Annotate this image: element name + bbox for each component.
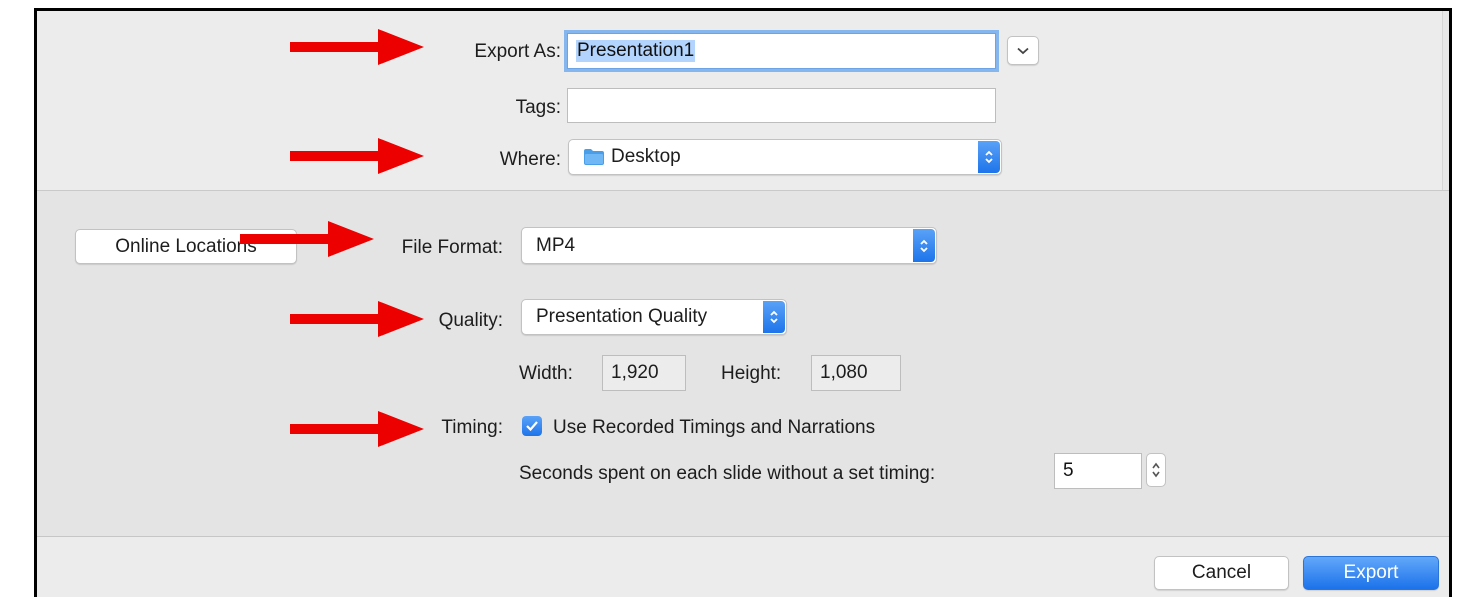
up-down-arrows-icon bbox=[1152, 462, 1160, 478]
width-field: 1,920 bbox=[602, 355, 686, 391]
export-as-value: Presentation1 bbox=[576, 40, 696, 62]
scrollbar-track[interactable] bbox=[1442, 11, 1449, 190]
export-label: Export bbox=[1343, 562, 1399, 583]
use-recorded-timings-checkbox[interactable] bbox=[522, 416, 542, 436]
annotation-arrow-quality bbox=[290, 301, 424, 337]
checkmark-icon bbox=[526, 421, 538, 432]
seconds-per-slide-label: Seconds spent on each slide without a se… bbox=[519, 463, 936, 484]
export-dialog: Export As: Presentation1 Tags: Where: De… bbox=[34, 8, 1452, 597]
cancel-label: Cancel bbox=[1191, 562, 1252, 583]
save-location-section: Export As: Presentation1 Tags: Where: De… bbox=[37, 11, 1449, 191]
where-popup-arrows bbox=[978, 141, 1000, 173]
height-field: 1,080 bbox=[811, 355, 901, 391]
where-label: Where: bbox=[499, 149, 561, 170]
where-popup[interactable]: Desktop bbox=[568, 139, 1002, 175]
quality-popup[interactable]: Presentation Quality bbox=[521, 299, 787, 335]
quality-value: Presentation Quality bbox=[536, 306, 708, 327]
file-format-popup[interactable]: MP4 bbox=[521, 227, 937, 264]
file-format-popup-arrows bbox=[913, 229, 935, 262]
tags-field[interactable] bbox=[567, 88, 996, 123]
width-value: 1,920 bbox=[611, 362, 659, 383]
online-locations-label: Online Locations bbox=[115, 235, 257, 257]
export-as-label: Export As: bbox=[474, 41, 561, 62]
seconds-per-slide-field[interactable]: 5 bbox=[1054, 453, 1142, 489]
height-value: 1,080 bbox=[820, 362, 868, 383]
annotation-arrow-timing bbox=[290, 411, 424, 447]
seconds-per-slide-value: 5 bbox=[1063, 460, 1074, 481]
file-format-value: MP4 bbox=[536, 234, 576, 256]
where-value: Desktop bbox=[611, 146, 681, 167]
up-down-arrows-icon bbox=[920, 239, 928, 252]
quality-popup-arrows bbox=[763, 301, 785, 333]
use-recorded-timings-label[interactable]: Use Recorded Timings and Narrations bbox=[553, 417, 875, 439]
dialog-footer: Cancel Export bbox=[37, 537, 1449, 597]
export-as-field[interactable]: Presentation1 bbox=[567, 33, 996, 69]
up-down-arrows-icon bbox=[770, 310, 778, 324]
width-label: Width: bbox=[519, 363, 573, 384]
up-down-arrows-icon bbox=[985, 150, 993, 164]
export-button[interactable]: Export bbox=[1303, 556, 1439, 590]
annotation-arrow-file-format bbox=[240, 221, 374, 257]
file-format-label: File Format: bbox=[401, 237, 503, 258]
seconds-stepper[interactable] bbox=[1146, 453, 1166, 487]
folder-icon bbox=[584, 149, 604, 165]
annotation-arrow-where bbox=[290, 138, 424, 174]
annotation-arrow-export-as bbox=[290, 29, 424, 65]
chevron-down-icon bbox=[1017, 47, 1029, 54]
height-label: Height: bbox=[721, 363, 782, 384]
cancel-button[interactable]: Cancel bbox=[1154, 556, 1289, 590]
expand-dialog-button[interactable] bbox=[1007, 36, 1039, 65]
tags-label: Tags: bbox=[515, 97, 561, 118]
